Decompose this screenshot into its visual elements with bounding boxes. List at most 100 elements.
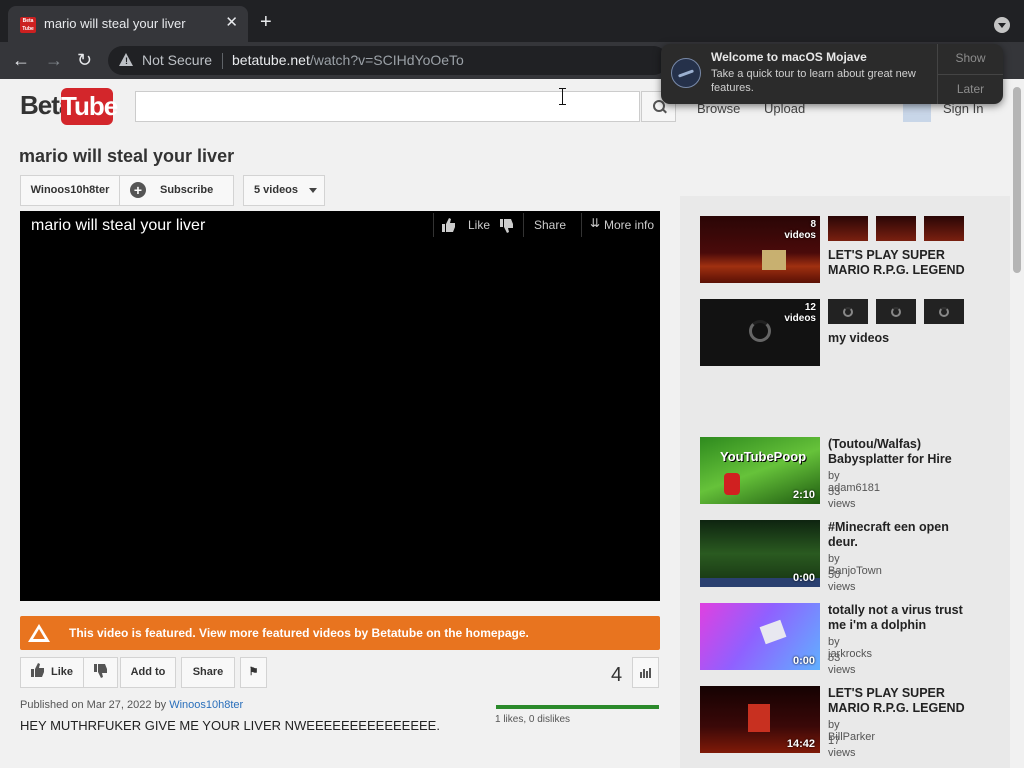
mojave-icon [671, 58, 701, 88]
address-bar[interactable]: ! Not Secure betatube.net/watch?v=SCIHdY… [108, 46, 668, 75]
featured-banner-text[interactable]: This video is featured. View more featur… [69, 626, 529, 640]
video-description: HEY MUTHRFUKER GIVE ME YOUR LIVER NWEEEE… [20, 718, 440, 733]
view-count: 4 [611, 664, 623, 686]
like-button[interactable]: Like [20, 657, 84, 688]
warning-icon[interactable]: ! [119, 53, 133, 66]
scrollbar-thumb[interactable] [1013, 87, 1021, 273]
video-duration: 14:42 [786, 738, 815, 750]
video-views: 17 views [828, 735, 856, 759]
mario-sprite-icon [762, 250, 786, 270]
site-favicon-icon: Beta Tube [20, 17, 36, 33]
channel-button[interactable]: Winoos10h8ter [20, 175, 120, 206]
video-views: 50 views [828, 569, 856, 593]
loading-spinner-icon [939, 307, 949, 317]
video-views: 53 views [828, 486, 856, 510]
more-info-chevron-icon: ⇊ [590, 216, 601, 230]
video-duration: 0:00 [792, 655, 815, 667]
playlist-thumbnail[interactable]: 8 videos [700, 216, 820, 283]
back-button[interactable]: ← [12, 49, 30, 71]
page-title: mario will steal your liver [19, 146, 235, 166]
page-scrollbar[interactable] [1010, 79, 1024, 768]
dislike-button[interactable] [83, 657, 118, 688]
reload-button[interactable]: ↻ [77, 49, 92, 71]
tab-title: mario will steal your liver [44, 16, 186, 31]
plus-icon: + [130, 182, 146, 199]
youtube-poop-logo: YouTubePoop [720, 449, 807, 464]
video-thumbnail[interactable]: 0:00 [700, 603, 820, 670]
thumbs-up-icon[interactable] [442, 218, 456, 232]
like-ratio-bar [496, 705, 659, 709]
chevron-down-icon [309, 187, 318, 193]
logo-tube-text: Tube [61, 88, 118, 125]
tab-search-menu-icon[interactable] [994, 17, 1010, 33]
playlist-thumbnail[interactable]: 12 videos [700, 299, 820, 366]
videos-dropdown[interactable]: 5 videos [243, 175, 325, 206]
playlist-mini-thumbnail [828, 299, 868, 324]
player-share-label[interactable]: Share [534, 218, 566, 232]
forward-button[interactable]: → [45, 49, 63, 71]
browser-tab[interactable]: Beta Tube mario will steal your liver ✕ [8, 6, 248, 42]
like-label: Like [51, 666, 74, 678]
published-info: Published on Mar 27, 2022 by Winoos10h8t… [20, 699, 243, 711]
stats-button[interactable] [632, 657, 659, 688]
playlist-title[interactable]: LET'S PLAY SUPER MARIO R.P.G. LEGEND [828, 248, 988, 278]
thumbs-down-icon[interactable] [500, 219, 514, 233]
player-more-info-label[interactable]: More info [604, 218, 654, 232]
security-label[interactable]: Not Secure [142, 52, 212, 68]
url-path: /watch?v=SCIHdYoOeTo [309, 52, 464, 68]
mario-icon [724, 473, 740, 495]
video-duration: 2:10 [792, 489, 815, 501]
video-duration: 0:00 [792, 572, 815, 584]
macos-notification[interactable]: Welcome to macOS Mojave Take a quick tou… [661, 44, 1003, 104]
dolphin-card [759, 619, 787, 645]
url-domain: betatube.net [232, 52, 310, 68]
notification-divider [938, 74, 1003, 75]
video-title[interactable]: LET'S PLAY SUPER MARIO R.P.G. LEGEND [828, 686, 978, 716]
playlist-mini-thumbnail [876, 299, 916, 324]
notification-title: Welcome to macOS Mojave [711, 50, 867, 64]
notification-later-button[interactable]: Later [938, 82, 1003, 96]
video-title[interactable]: totally not a virus trust me i'm a dolph… [828, 603, 978, 633]
player-title: mario will steal your liver [31, 217, 206, 234]
add-to-button[interactable]: Add to [120, 657, 176, 688]
notification-body: Take a quick tour to learn about great n… [711, 68, 916, 94]
share-button[interactable]: Share [181, 657, 235, 688]
new-tab-button[interactable]: + [260, 12, 272, 32]
subscribe-button[interactable]: + Subscribe [119, 175, 234, 206]
subscribe-label: Subscribe [160, 184, 214, 196]
tab-close-icon[interactable]: ✕ [225, 15, 238, 31]
related-sidebar: 8 videos LET'S PLAY SUPER MARIO R.P.G. LE… [680, 196, 1010, 768]
playlist-title[interactable]: my videos [828, 331, 978, 346]
text-cursor-icon [559, 88, 566, 105]
videos-dropdown-label: 5 videos [254, 184, 299, 196]
loading-spinner-icon [843, 307, 853, 317]
url-text[interactable]: betatube.net/watch?v=SCIHdYoOeTo [232, 52, 464, 68]
playlist-mini-thumbnail [924, 299, 964, 324]
browser-tab-strip: Beta Tube mario will steal your liver ✕ … [0, 0, 1024, 42]
playlist-mini-thumbnail [876, 216, 916, 241]
playlist-mini-thumbnail [828, 216, 868, 241]
video-views: 53 views [828, 652, 856, 676]
video-thumbnail[interactable]: 14:42 [700, 686, 820, 753]
warning-triangle-icon [28, 624, 50, 642]
video-thumbnail[interactable]: 0:00 [700, 520, 820, 587]
uploader-link[interactable]: Winoos10h8ter [169, 699, 243, 711]
loading-spinner-icon [749, 320, 771, 342]
thumbs-down-icon [94, 664, 107, 678]
featured-banner[interactable]: This video is featured. View more featur… [20, 616, 660, 650]
video-title[interactable]: #Minecraft een open deur. [828, 520, 978, 550]
bar-chart-icon [640, 668, 651, 678]
mario-sprite-icon [748, 704, 770, 732]
playlist-mini-thumbnail [924, 216, 964, 241]
video-player[interactable]: mario will steal your liver Like Share ⇊… [20, 211, 660, 601]
web-page: Beta Tube Browse Upload Sign In mario wi… [0, 79, 1024, 768]
published-prefix: Published on Mar 27, 2022 by [20, 699, 167, 711]
thumbs-up-icon [31, 663, 44, 677]
like-summary: 1 likes, 0 dislikes [495, 714, 571, 725]
player-like-label[interactable]: Like [468, 218, 490, 232]
video-thumbnail[interactable]: YouTubePoop 2:10 [700, 437, 820, 504]
video-title[interactable]: (Toutou/Walfas) Babysplatter for Hire [828, 437, 978, 467]
notification-show-button[interactable]: Show [938, 51, 1003, 65]
playlist-video-count: 12 videos [784, 302, 816, 324]
flag-button[interactable]: ⚑ [240, 657, 267, 688]
